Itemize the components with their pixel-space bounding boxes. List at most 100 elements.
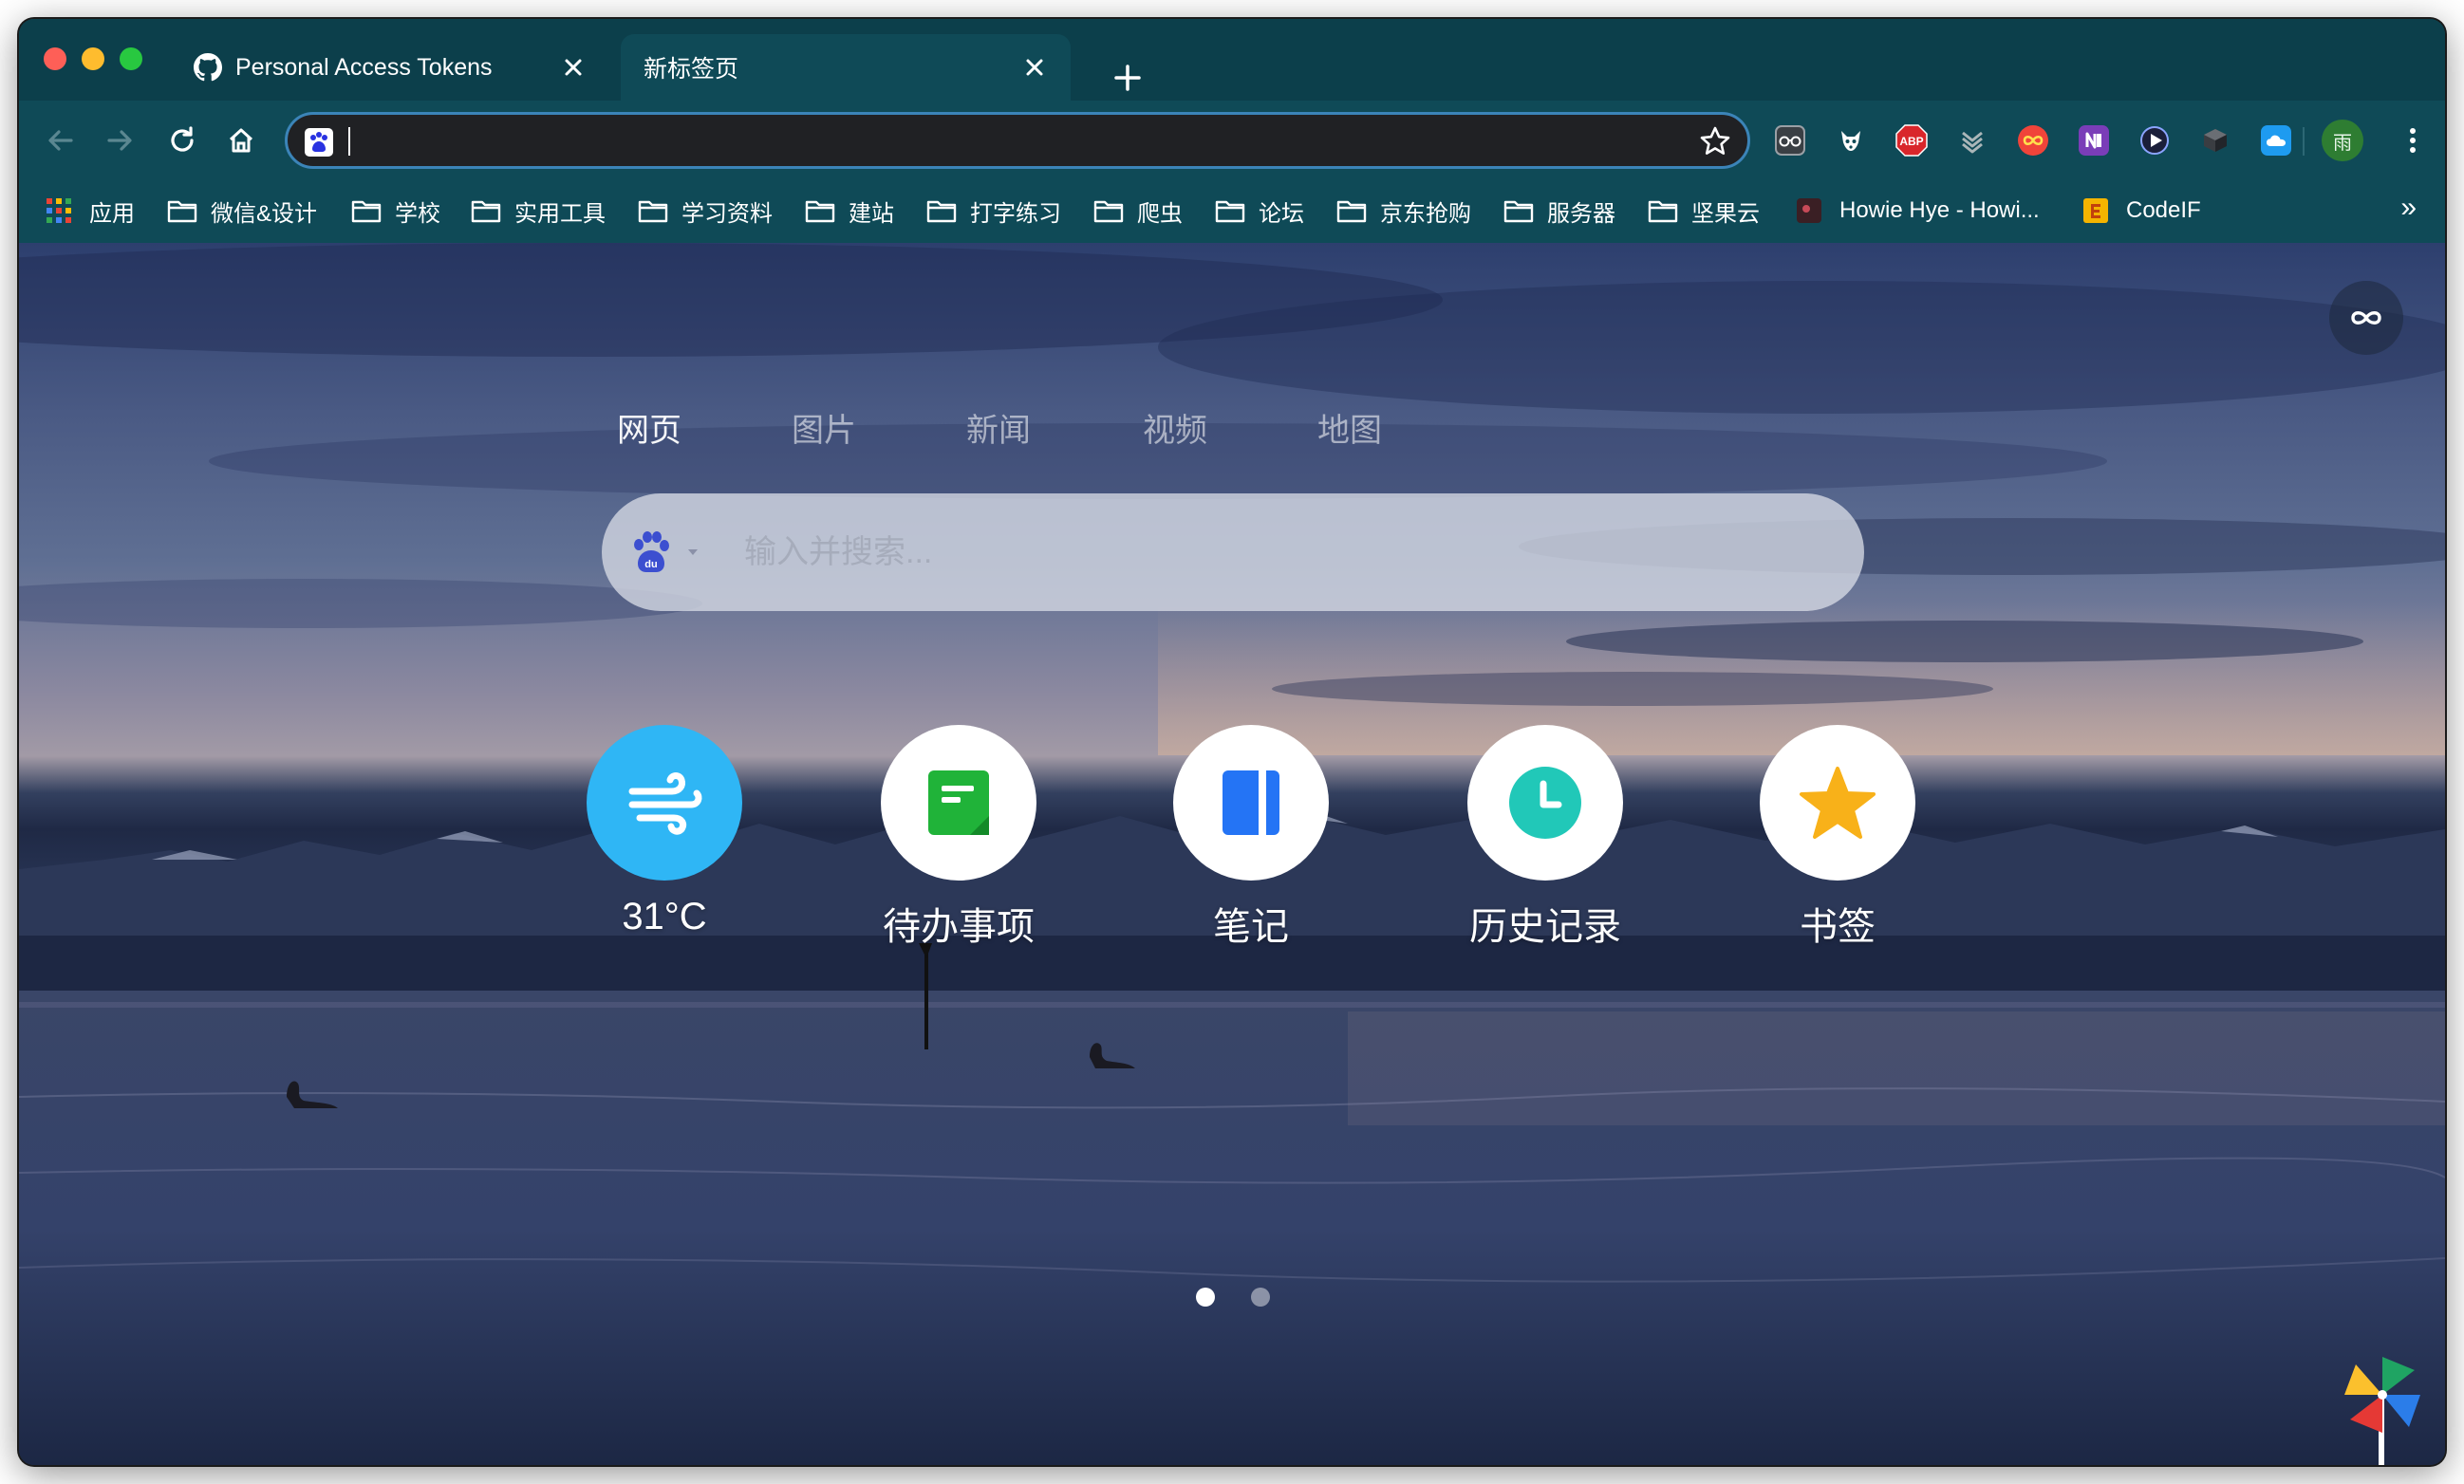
folder-icon <box>805 197 835 224</box>
back-arrow-icon[interactable] <box>40 120 82 161</box>
bookmark-apps[interactable]: 应用 <box>46 194 135 228</box>
reader-glasses-extension-icon[interactable] <box>1771 121 1809 159</box>
search-tab-web[interactable]: 网页 <box>617 404 681 451</box>
folder-icon <box>351 197 382 224</box>
bookmark-label: Howie Hye - Howi... <box>1839 197 2040 223</box>
pinwheel-icon[interactable] <box>2335 1357 2430 1465</box>
fox-extension-icon[interactable] <box>1832 121 1870 159</box>
bookmark-label: 学习资料 <box>681 200 773 227</box>
more-menu-icon[interactable] <box>2392 120 2434 161</box>
new-tab-plus-icon[interactable] <box>1109 59 1147 97</box>
bookmark-folder-jianguoyun[interactable]: 坚果云 <box>1648 194 1760 228</box>
bookmark-star-icon[interactable] <box>1696 122 1734 160</box>
search-tab-news[interactable]: 新闻 <box>966 404 1031 451</box>
adblock-plus-extension-icon[interactable]: ABP <box>1893 121 1931 159</box>
bookmarks-overflow-button[interactable]: » <box>2400 192 2417 224</box>
clock-icon <box>1467 725 1623 881</box>
page-dot-2[interactable] <box>1251 1288 1270 1307</box>
shortcut-label: 历史记录 <box>1469 906 1621 948</box>
infinity-extension-icon[interactable] <box>2014 121 2052 159</box>
page-dot-1[interactable] <box>1196 1288 1215 1307</box>
bookmark-codeif[interactable]: CodeIF <box>2082 194 2201 228</box>
bookmark-folder-crawler[interactable]: 爬虫 <box>1093 194 1183 228</box>
codeif-favicon-icon <box>2082 197 2113 224</box>
address-bar[interactable] <box>285 112 1750 169</box>
folder-icon <box>1336 197 1367 224</box>
folder-icon <box>1648 197 1678 224</box>
window-close-button[interactable] <box>44 47 66 70</box>
star-icon <box>1760 725 1915 881</box>
bookmarks-bar: 应用 微信&设计 学校 实用工具 学习资料 建站 打字练习 爬虫 论坛 京东抢购… <box>19 180 2445 243</box>
dropdown-caret-icon <box>688 549 698 555</box>
toolbar: ABP 雨 <box>19 101 2445 180</box>
todo-icon <box>881 725 1036 881</box>
shortcut-label: 待办事项 <box>883 906 1035 948</box>
shortcut-notes[interactable]: 笔记 <box>1156 725 1346 951</box>
folder-icon <box>638 197 668 224</box>
bookmark-label: 爬虫 <box>1137 200 1183 227</box>
window-maximize-button[interactable] <box>120 47 142 70</box>
shortcut-weather[interactable]: 31°C <box>569 725 759 938</box>
tab-close-icon[interactable] <box>1021 54 1048 81</box>
shortcut-bookmarks[interactable]: 书签 <box>1743 725 1932 951</box>
home-icon[interactable] <box>220 120 262 161</box>
github-icon <box>194 53 222 82</box>
bookmark-label: 应用 <box>89 200 135 227</box>
bookmark-folder-jd[interactable]: 京东抢购 <box>1336 194 1471 228</box>
onenote-extension-icon[interactable] <box>2075 121 2113 159</box>
play-extension-icon[interactable] <box>2136 121 2174 159</box>
bookmark-label: 建站 <box>849 200 894 227</box>
svg-text:du: du <box>644 559 657 570</box>
tab-new-tab[interactable]: 新标签页 <box>621 34 1071 101</box>
cloud-extension-icon[interactable] <box>2257 121 2295 159</box>
bookmark-folder-server[interactable]: 服务器 <box>1503 194 1615 228</box>
folder-icon <box>471 197 501 224</box>
shortcut-todo[interactable]: 待办事项 <box>864 725 1054 951</box>
text-caret <box>348 127 350 156</box>
address-input[interactable] <box>356 121 1666 160</box>
shortcut-label: 书签 <box>1800 906 1876 948</box>
chevrons-extension-icon[interactable] <box>1953 121 1991 159</box>
profile-avatar[interactable]: 雨 <box>2322 120 2363 161</box>
bookmark-label: 坚果云 <box>1691 200 1760 227</box>
bookmark-folder-wechat-design[interactable]: 微信&设计 <box>167 194 317 228</box>
search-input[interactable] <box>744 526 1826 579</box>
bookmark-label: 京东抢购 <box>1380 200 1471 227</box>
bookmark-label: 学校 <box>395 200 440 227</box>
site-favicon-icon <box>1796 197 1826 224</box>
folder-icon <box>1215 197 1245 224</box>
search-tab-videos[interactable]: 视频 <box>1143 404 1207 451</box>
wind-icon <box>587 725 742 881</box>
notes-icon <box>1173 725 1329 881</box>
shortcut-history[interactable]: 历史记录 <box>1450 725 1640 951</box>
bookmark-folder-study[interactable]: 学习资料 <box>638 194 773 228</box>
shortcut-label: 笔记 <box>1213 906 1289 948</box>
bookmark-folder-tools[interactable]: 实用工具 <box>471 194 606 228</box>
search-box: du <box>602 493 1864 611</box>
bookmark-folder-website[interactable]: 建站 <box>805 194 894 228</box>
cube-extension-icon[interactable] <box>2196 121 2234 159</box>
search-tab-images[interactable]: 图片 <box>792 404 856 451</box>
apps-grid-icon <box>46 197 76 224</box>
bookmark-label: 微信&设计 <box>211 200 318 227</box>
infinity-menu-icon[interactable] <box>2329 281 2403 355</box>
bookmark-folder-forum[interactable]: 论坛 <box>1215 194 1304 228</box>
baidu-favicon-icon <box>305 128 333 157</box>
search-engine-selector[interactable]: du <box>626 528 706 577</box>
bookmark-label: 服务器 <box>1547 200 1615 227</box>
tab-personal-access-tokens[interactable]: Personal Access Tokens <box>171 34 609 101</box>
tab-title: 新标签页 <box>644 56 739 83</box>
new-tab-page: 网页 图片 新闻 视频 地图 du 输入并搜索... 31°C 待办事项 笔记 … <box>19 243 2445 1465</box>
bookmark-folder-school[interactable]: 学校 <box>351 194 440 228</box>
window-minimize-button[interactable] <box>82 47 104 70</box>
bookmark-howie-hye[interactable]: Howie Hye - Howi... <box>1796 194 2040 228</box>
reload-icon[interactable] <box>161 120 203 161</box>
tab-title: Personal Access Tokens <box>235 53 493 81</box>
abp-label: ABP <box>1899 135 1923 148</box>
search-tab-maps[interactable]: 地图 <box>1317 404 1382 451</box>
forward-arrow-icon[interactable] <box>99 120 140 161</box>
folder-icon <box>1093 197 1124 224</box>
tab-close-icon[interactable] <box>560 54 587 81</box>
bookmark-folder-typing[interactable]: 打字练习 <box>926 194 1061 228</box>
folder-icon <box>167 197 197 224</box>
